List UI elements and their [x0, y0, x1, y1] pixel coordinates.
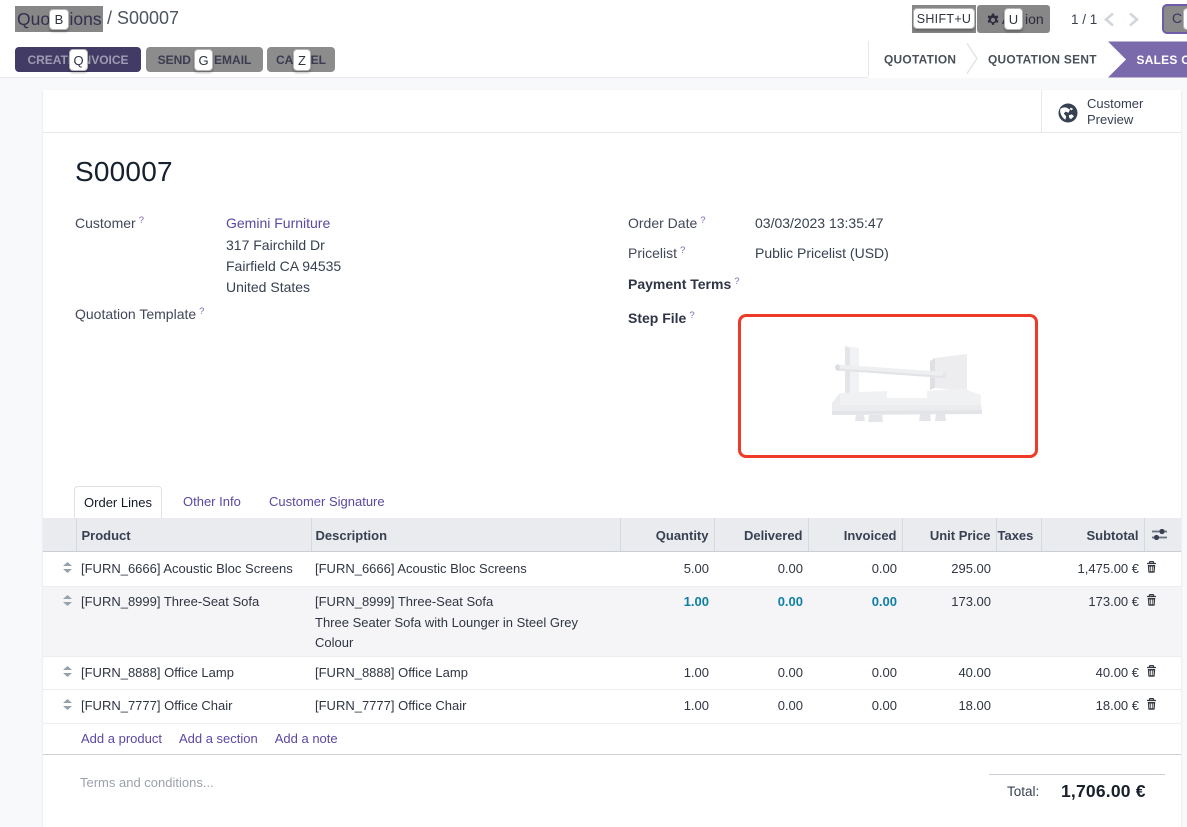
- svg-text:SALES ORD: SALES ORD: [1137, 53, 1187, 67]
- svg-text:QUOTATION: QUOTATION: [884, 53, 956, 67]
- svg-text:QUOTATION SENT: QUOTATION SENT: [988, 53, 1097, 67]
